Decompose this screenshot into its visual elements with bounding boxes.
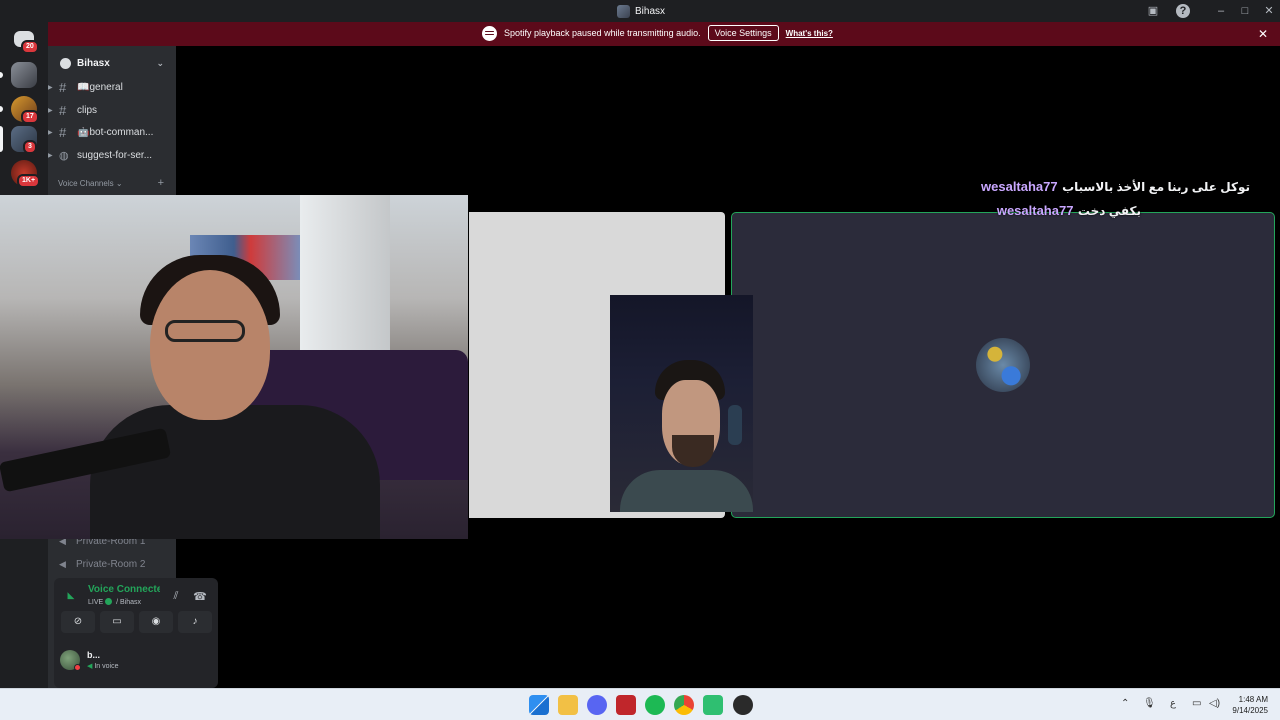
spotify-icon <box>482 25 497 41</box>
maximize-button[interactable]: □ <box>1237 3 1253 19</box>
clock[interactable]: 1:48 AM 9/14/2025 <box>1232 694 1268 716</box>
speaker-icon: ◀ <box>59 559 66 569</box>
chat-overlay-message: wesaltaha77 بكفي دخت <box>997 202 1149 220</box>
hash-icon: # <box>59 124 67 140</box>
channel-label: 🤖bot-comman... <box>77 126 154 138</box>
volume-icon[interactable]: ◁) <box>1209 698 1220 709</box>
app-icon[interactable] <box>616 695 636 715</box>
webcam-video-tile[interactable] <box>610 295 753 512</box>
user-name[interactable]: b... <box>87 650 100 660</box>
channel-bot-commands[interactable]: ▶ # 🤖bot-comman... <box>48 122 176 142</box>
chat-username: wesaltaha77 <box>996 203 1074 218</box>
notice-text: Spotify playback paused while transmitti… <box>504 28 701 38</box>
chat-text: بكفي دخت <box>1077 204 1141 218</box>
activities-button[interactable]: ◉ <box>139 611 173 633</box>
spotify-notice-bar: Spotify playback paused while transmitti… <box>48 22 1280 46</box>
chevron-down-icon: ⌄ <box>156 58 164 68</box>
caret-icon: ▶ <box>48 152 53 159</box>
webcam-video-main[interactable] <box>0 195 468 539</box>
window-title-text: Bihasx <box>635 5 666 17</box>
unread-pip <box>0 72 3 78</box>
add-channel-icon[interactable]: + <box>158 177 164 189</box>
help-icon[interactable]: ? <box>1176 4 1190 18</box>
channel-general[interactable]: ▶ # 📖general <box>48 77 176 97</box>
chat-overlay-message: wesaltaha77 توكل على ربنا مع الأخذ بالاس… <box>958 178 1258 196</box>
channel-label: clips <box>77 104 98 116</box>
live-label: LIVE <box>88 599 104 606</box>
voice-channel-label: Private-Room 2 <box>76 559 146 570</box>
server-badge: 3 <box>23 140 37 154</box>
app-icon[interactable] <box>703 695 723 715</box>
file-explorer-icon[interactable] <box>558 695 578 715</box>
camera-off-button[interactable]: ⊘ <box>61 611 95 633</box>
language-indicator[interactable]: ع <box>1170 698 1176 709</box>
video-tile-speaking[interactable] <box>731 212 1275 518</box>
forum-icon: ◍ <box>59 149 69 162</box>
unread-pip <box>0 106 3 112</box>
user-status: ◀ In voice <box>87 663 119 670</box>
voice-status[interactable]: Voice Connected <box>88 584 160 595</box>
caret-icon: ▶ <box>48 129 53 136</box>
channel-suggest[interactable]: ▶ ◍ suggest-for-ser... <box>48 145 176 165</box>
chrome-icon[interactable] <box>674 695 694 715</box>
minimize-button[interactable]: – <box>1213 3 1229 19</box>
server-guide-icon <box>60 57 71 69</box>
caret-icon: ▶ <box>48 84 53 91</box>
close-icon[interactable]: ✕ <box>1258 27 1268 41</box>
avatar <box>976 338 1030 392</box>
dm-badge: 20 <box>21 40 39 54</box>
app-root: Bihasx ▣ ? – □ ✕ Spotify playback paused… <box>0 0 1280 720</box>
screen-share-button[interactable]: ▭ <box>100 611 134 633</box>
clock-time: 1:48 AM <box>1238 695 1268 704</box>
channel-label: suggest-for-ser... <box>77 149 153 161</box>
status-dot-icon <box>74 664 81 671</box>
soundboard-button[interactable]: ♪ <box>178 611 212 633</box>
hash-icon: # <box>59 79 67 95</box>
clock-date: 9/14/2025 <box>1232 706 1268 715</box>
voice-server[interactable]: / Bihasx <box>116 599 141 606</box>
chat-username: wesaltaha77 <box>981 179 1058 194</box>
close-window-button[interactable]: ✕ <box>1261 3 1277 19</box>
title-bar: Bihasx ▣ ? – □ ✕ <box>0 0 1280 22</box>
microphone-tray-icon[interactable]: 🎙 <box>1143 698 1156 709</box>
spotify-taskbar-icon[interactable] <box>645 695 665 715</box>
channel-clips[interactable]: ▶ # clips <box>48 100 176 120</box>
window-title: Bihasx <box>617 3 665 19</box>
inbox-icon[interactable]: ▣ <box>1146 4 1160 18</box>
disconnect-icon[interactable]: ☎ <box>193 590 207 603</box>
discord-icon[interactable] <box>587 695 607 715</box>
server-badge: 1K+ <box>17 174 41 188</box>
voice-sub-status: LIVE / Bihasx <box>88 598 141 606</box>
server-header[interactable]: Bihasx ⌄ <box>48 46 176 80</box>
start-icon[interactable] <box>529 695 549 715</box>
taskbar: ⌃ 🎙 ع ▭ ◁) 1:48 AM 9/14/2025 <box>0 688 1280 720</box>
voice-connection-panel: ◣ Voice Connected LIVE / Bihasx ⫽ ☎ ⊘ ▭ … <box>54 578 218 713</box>
voice-channels-header[interactable]: Voice Channels ⌄ <box>58 179 123 188</box>
chevron-up-icon[interactable]: ⌃ <box>1121 698 1129 709</box>
live-dot-icon <box>105 598 113 605</box>
network-icon[interactable]: ▭ <box>1192 698 1201 709</box>
selected-server-pip <box>0 126 3 152</box>
server-icon[interactable] <box>11 62 37 88</box>
voice-channel-private-room-2[interactable]: ◀ Private-Room 2 <box>59 559 145 570</box>
hash-icon: # <box>59 102 67 118</box>
channel-label: 📖general <box>77 81 123 93</box>
signal-icon[interactable]: ◣ <box>64 590 78 601</box>
chat-text: توكل على ربنا مع الأخذ بالاسباب <box>1062 180 1250 194</box>
server-avatar-icon <box>617 4 630 18</box>
whats-this-link[interactable]: What's this? <box>786 29 833 38</box>
server-name: Bihasx <box>77 57 110 69</box>
caret-icon: ▶ <box>48 107 53 114</box>
server-badge: 17 <box>21 110 39 124</box>
obs-icon[interactable] <box>733 695 753 715</box>
voice-settings-button[interactable]: Voice Settings <box>707 25 779 41</box>
noise-suppression-icon[interactable]: ⫽ <box>169 590 183 603</box>
